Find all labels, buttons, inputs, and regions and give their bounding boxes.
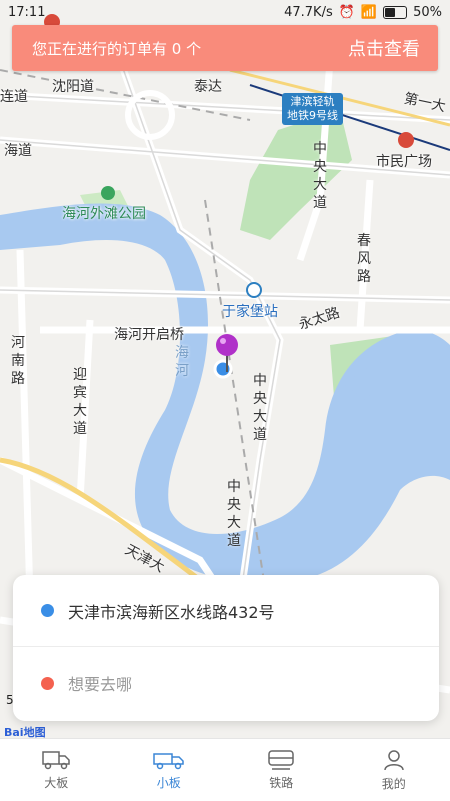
alarm-icon: ⏰: [339, 5, 355, 20]
train-icon: [266, 749, 296, 771]
destination-row[interactable]: 想要去哪: [13, 647, 439, 719]
map-label-haihe-river: 海河: [174, 344, 190, 380]
destination-input[interactable]: 想要去哪: [68, 671, 132, 695]
view-orders-link[interactable]: 点击查看: [348, 35, 420, 61]
map-label-lian-road: 连道: [0, 86, 28, 106]
truck-icon: [41, 749, 71, 771]
battery-level: 50%: [413, 5, 442, 20]
map-label-haihe-park: 海河外滩公园: [62, 203, 146, 223]
map-label-zhongyang-3: 中央大道: [226, 478, 242, 550]
tab-label: 铁路: [269, 774, 293, 791]
tab-label: 我的: [382, 775, 406, 792]
map-label-zhongyang-2: 中央大道: [252, 372, 268, 444]
origin-dot-icon: [41, 604, 54, 617]
map-label-haihe-kaiqi-bridge: 海河开启桥: [114, 324, 184, 344]
tab-label: 大板: [44, 774, 68, 791]
small-truck-icon: [152, 749, 186, 771]
origin-row[interactable]: 天津市滨海新区水线路432号: [13, 575, 439, 647]
map-label-henan-road: 河南路: [10, 334, 26, 388]
bottom-tab-bar: 大板 小板 铁路 我的: [0, 738, 450, 801]
map-label-shimin-square: 市民广场: [376, 151, 432, 171]
status-bar: 17:11 47.7K/s ⏰ 📶 50%: [0, 0, 450, 24]
map-label-chunfeng-road: 春风路: [356, 232, 372, 286]
map-label-hai-road: 海道: [4, 140, 32, 160]
wifi-icon: 📶: [361, 5, 377, 20]
order-banner[interactable]: 您正在进行的订单有 0 个 点击查看: [12, 25, 438, 71]
network-speed: 47.7K/s: [284, 5, 333, 20]
route-card: 天津市滨海新区水线路432号 想要去哪: [13, 575, 439, 721]
metro-line-badge: 津滨轻轨 地铁9号线: [282, 93, 343, 125]
map-label-zhongyang-1: 中央大道: [312, 140, 328, 212]
profile-icon: [382, 748, 406, 772]
map-label-yujiabu-station: 于家堡站: [222, 301, 278, 321]
tab-small-truck[interactable]: 小板: [113, 739, 226, 801]
battery-icon: [383, 6, 407, 19]
origin-address: 天津市滨海新区水线路432号: [68, 599, 275, 623]
tab-label: 小板: [157, 774, 181, 791]
status-time: 17:11: [8, 5, 45, 20]
destination-dot-icon: [41, 677, 54, 690]
map-label-shenyang-road: 沈阳道: [52, 76, 94, 96]
tab-railway[interactable]: 铁路: [225, 739, 338, 801]
map-label-yingbin-ave: 迎宾大道: [72, 366, 88, 438]
map-label-taida: 泰达: [194, 76, 222, 96]
tab-profile[interactable]: 我的: [338, 739, 450, 801]
order-count-message: 您正在进行的订单有 0 个: [32, 38, 201, 59]
tab-large-truck[interactable]: 大板: [0, 739, 113, 801]
